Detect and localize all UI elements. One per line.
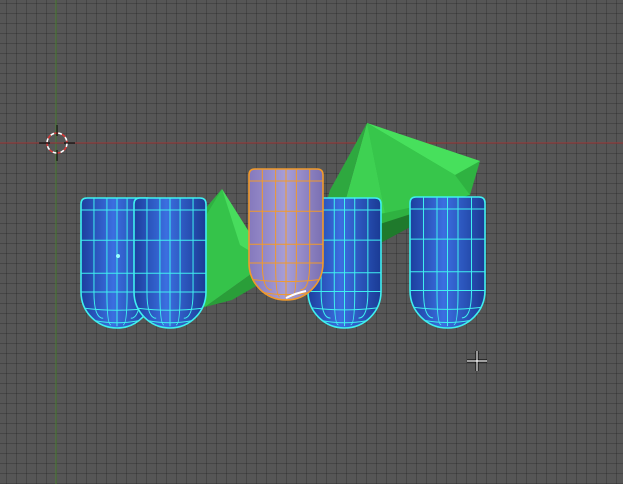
3d-viewport[interactable] [0, 0, 623, 484]
capsule-2[interactable] [133, 197, 207, 329]
crosshair-cursor-icon [467, 351, 487, 371]
capsule-active[interactable] [248, 168, 324, 301]
capsule-5[interactable] [409, 196, 486, 329]
object-origin-dot [116, 254, 120, 258]
3d-cursor-icon[interactable] [37, 123, 77, 163]
scene-canvas[interactable] [0, 0, 623, 484]
